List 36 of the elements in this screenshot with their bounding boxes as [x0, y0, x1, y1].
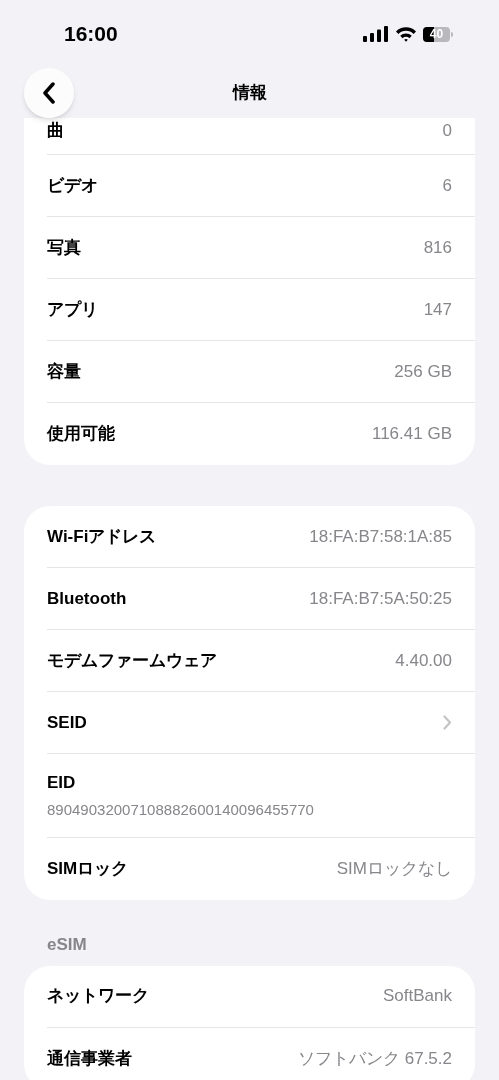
back-button[interactable]: [24, 68, 74, 118]
row-value: SoftBank: [383, 985, 452, 1008]
row-label: SEID: [47, 711, 87, 734]
row-value: 256 GB: [394, 360, 452, 383]
page-title: 情報: [232, 82, 267, 105]
back-chevron-icon: [42, 82, 56, 104]
row-label: 使用可能: [47, 423, 115, 446]
row-value: 18:FA:B7:58:1A:85: [309, 525, 452, 548]
row-label: SIMロック: [47, 858, 129, 881]
row-label: アプリ: [47, 298, 98, 321]
section-header: eSIM: [46, 934, 88, 956]
row-label: Bluetooth: [47, 587, 127, 610]
row-label: 写真: [47, 236, 81, 259]
row-label: 容量: [47, 360, 81, 383]
row-value: 18:FA:B7:5A:50:25: [309, 587, 452, 610]
row-value: 116.41 GB: [371, 423, 452, 446]
signal-icon: [363, 26, 389, 42]
row-label: 通信事業者: [47, 1047, 132, 1070]
status-time: 16:00: [64, 21, 118, 48]
row-label: ビデオ: [47, 174, 98, 197]
row-value: 147: [423, 298, 452, 321]
row-value: 0: [442, 120, 452, 142]
row-value: ソフトバンク 67.5.2: [298, 1047, 452, 1070]
disclosure-row[interactable]: SEID: [47, 692, 475, 754]
row-label: Wi-Fiアドレス: [47, 525, 157, 548]
chevron-icon: [443, 715, 452, 730]
row-label: ネットワーク: [47, 985, 149, 1008]
row-label: モデムファームウェア: [47, 649, 217, 672]
row-value: 6: [442, 174, 452, 197]
row-value: SIMロックなし: [336, 858, 452, 881]
wifi-icon: [395, 26, 417, 42]
row-label: EID: [47, 771, 77, 794]
row-value: 89049032007108882600140096455770: [47, 800, 315, 820]
row-label: 曲: [47, 120, 64, 142]
row-value: 816: [423, 236, 452, 259]
row-value: 4.40.00: [395, 649, 452, 672]
